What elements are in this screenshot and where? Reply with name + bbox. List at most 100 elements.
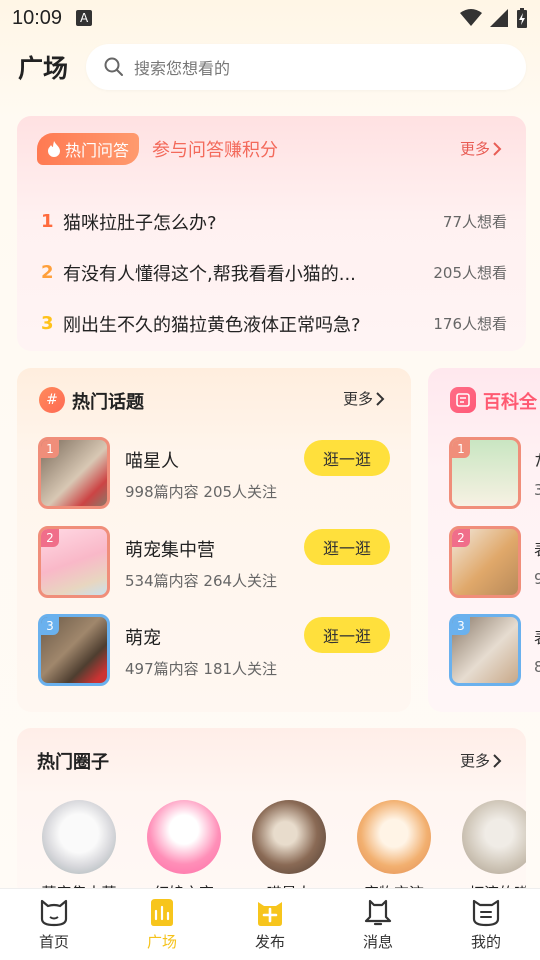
tab-label: 我的 (470, 933, 501, 951)
topic-rank: 1 (41, 440, 59, 458)
topic-rank: 3 (41, 617, 59, 635)
hot-circles-title: 热门圈子 (37, 752, 109, 773)
qa-view-count: 176人想看 (433, 315, 507, 333)
encyclopedia-thumbnail: 1 (449, 437, 521, 509)
qa-view-count: 77人想看 (442, 213, 507, 231)
chevron-right-icon (493, 141, 502, 156)
qa-item[interactable]: 3 刚出生不久的猫拉黄色液体正常吗急? 176人想看 (41, 298, 507, 349)
hot-qa-badge-label: 热门问答 (65, 141, 130, 160)
tab-label: 首页 (38, 933, 69, 951)
encyclopedia-thumbnail: 3 (449, 614, 521, 686)
circle-item[interactable]: 萌宠集中营 (34, 800, 124, 898)
browse-button[interactable]: 逛一逛 (304, 617, 390, 653)
topic-name: 萌宠集中营 (125, 540, 215, 561)
qa-rank: 3 (41, 313, 54, 334)
circle-item[interactable]: 宠物交流 (349, 800, 439, 898)
qa-question: 刚出生不久的猫拉黄色液体正常吗急? (63, 314, 361, 336)
topic-item[interactable]: 1 喵星人 998篇内容 205人关注 逛一逛 (38, 437, 390, 511)
tab-messages[interactable]: 消息 (324, 889, 432, 960)
status-bar: 10:09 A (0, 0, 540, 36)
circle-avatar (42, 800, 116, 874)
encyclopedia-card[interactable]: 百科全 1 た 3 2 表 9 3 表 8 (428, 368, 540, 712)
wifi-icon (460, 9, 482, 26)
circle-avatar (357, 800, 431, 874)
encyclopedia-peek-text: 表 (534, 624, 540, 648)
tab-label: 消息 (362, 933, 393, 951)
topic-item[interactable]: 3 萌宠 497篇内容 181人关注 逛一逛 (38, 614, 390, 688)
qa-view-count: 205人想看 (433, 264, 507, 282)
search-input[interactable]: 搜索您想看的 (86, 44, 526, 90)
tab-label: 发布 (254, 933, 285, 951)
hot-circles-more-link[interactable]: 更多 (460, 750, 502, 771)
signal-icon (490, 9, 508, 27)
chevron-right-icon (493, 753, 502, 768)
hot-qa-list: 1 猫咪拉肚子怎么办? 77人想看 2 有没有人懂得这个,帮我看看小猫的... … (41, 196, 507, 349)
hot-topics-more-link[interactable]: 更多 (343, 388, 385, 409)
topic-thumbnail: 2 (38, 526, 110, 598)
topic-item[interactable]: 2 萌宠集中营 534篇内容 264人关注 逛一逛 (38, 526, 390, 600)
more-label: 更多 (459, 140, 490, 158)
header: 广场 搜索您想看的 (0, 42, 540, 92)
encyclopedia-rank: 3 (452, 617, 470, 635)
qa-question: 猫咪拉肚子怎么办? (63, 212, 217, 234)
qa-item[interactable]: 2 有没有人懂得这个,帮我看看小猫的... 205人想看 (41, 247, 507, 298)
plus-icon (258, 902, 282, 926)
document-icon (450, 387, 476, 413)
hot-circles-card: 热门圈子 更多 萌宠集中营 红娘之恋 喵星人 宠物交流 打滚的喵 (17, 728, 526, 898)
qa-question: 有没有人懂得这个,帮我看看小猫的... (63, 263, 356, 285)
topic-name: 喵星人 (125, 451, 179, 472)
hot-qa-subtitle: 参与问答赚积分 (152, 140, 278, 161)
qa-item[interactable]: 1 猫咪拉肚子怎么办? 77人想看 (41, 196, 507, 247)
encyclopedia-peek-text: 表 (534, 536, 540, 560)
circle-avatar (252, 800, 326, 874)
encyclopedia-peek-meta: 9 (534, 570, 540, 588)
page-title: 广场 (18, 54, 69, 83)
circle-avatar (147, 800, 221, 874)
hashtag-icon: # (39, 387, 65, 413)
status-time: 10:09 (12, 6, 63, 29)
hot-topics-card: # 热门话题 更多 1 喵星人 998篇内容 205人关注 逛一逛 2 萌宠集中… (17, 368, 411, 712)
encyclopedia-peek-text: た (534, 447, 540, 471)
tab-home[interactable]: 首页 (0, 889, 108, 960)
tab-square[interactable]: 广场 (108, 889, 216, 960)
home-cat-icon (40, 899, 68, 927)
tab-profile[interactable]: 我的 (432, 889, 540, 960)
flame-icon (48, 141, 60, 157)
encyclopedia-peek-meta: 3 (534, 481, 540, 499)
qa-rank: 2 (41, 262, 54, 283)
topic-meta: 497篇内容 181人关注 (125, 660, 278, 678)
hot-topics-title: 热门话题 (72, 392, 144, 413)
tab-publish[interactable]: 发布 (216, 889, 324, 960)
hot-qa-more-link[interactable]: 更多 (460, 138, 502, 159)
topic-meta: 998篇内容 205人关注 (125, 483, 278, 501)
message-bell-icon (364, 899, 392, 926)
encyclopedia-rank: 2 (452, 529, 470, 547)
more-label: 更多 (459, 752, 490, 770)
encyclopedia-title: 百科全 (483, 392, 537, 413)
qa-rank: 1 (41, 211, 54, 232)
circle-item[interactable]: 打滚的喵 (454, 800, 526, 898)
tab-label: 广场 (146, 933, 177, 951)
notification-icon: A (76, 10, 93, 26)
browse-button[interactable]: 逛一逛 (304, 529, 390, 565)
circle-item[interactable]: 红娘之恋 (139, 800, 229, 898)
encyclopedia-rank: 1 (452, 440, 470, 458)
chevron-right-icon (376, 391, 385, 406)
circle-item[interactable]: 喵星人 (244, 800, 334, 898)
search-icon (104, 57, 123, 76)
hot-qa-card: 热门问答 参与问答赚积分 更多 1 猫咪拉肚子怎么办? 77人想看 2 有没有人… (17, 116, 526, 351)
search-placeholder: 搜索您想看的 (134, 59, 231, 78)
topic-thumbnail: 1 (38, 437, 110, 509)
encyclopedia-thumbnail: 2 (449, 526, 521, 598)
topic-meta: 534篇内容 264人关注 (125, 572, 278, 590)
more-label: 更多 (342, 390, 373, 408)
profile-icon (472, 899, 500, 927)
circle-avatar (462, 800, 526, 874)
topic-thumbnail: 3 (38, 614, 110, 686)
encyclopedia-peek-meta: 8 (534, 658, 540, 676)
battery-icon (517, 8, 527, 28)
browse-button[interactable]: 逛一逛 (304, 440, 390, 476)
square-icon (151, 899, 173, 926)
hot-qa-badge: 热门问答 (37, 133, 140, 165)
bottom-tab-bar: 首页 广场 发布 消息 我的 (0, 888, 540, 960)
